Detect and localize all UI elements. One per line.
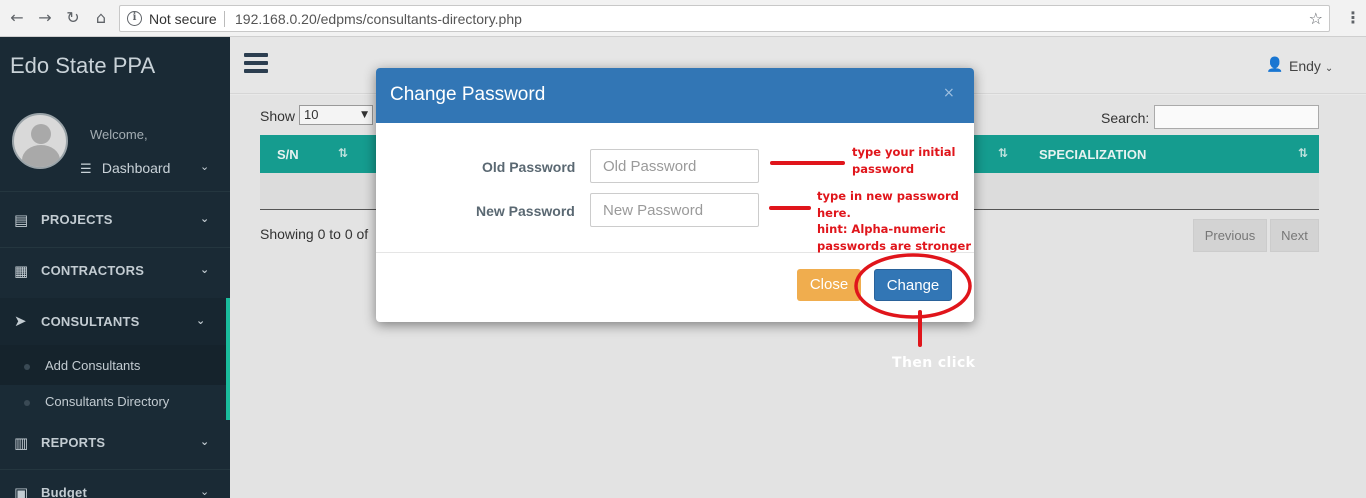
- annotation-line: type your initial: [852, 145, 956, 159]
- modal-title: Change Password: [390, 84, 546, 105]
- security-label: Not secure: [149, 11, 217, 27]
- browser-menu-icon[interactable]: ⋮: [1345, 8, 1361, 27]
- annotation-line: passwords are stronger: [817, 238, 971, 253]
- old-password-label: Old Password: [482, 159, 576, 175]
- annotation-old-password: type your initial password: [852, 144, 956, 177]
- annotation-line: here.: [817, 205, 851, 220]
- back-arrow-icon[interactable]: ←: [7, 8, 27, 28]
- new-password-label: New Password: [476, 203, 575, 219]
- close-icon[interactable]: ×: [943, 85, 955, 101]
- annotation-line: password: [852, 161, 915, 176]
- annotation-line: hint: Alpha-numeric: [817, 222, 946, 236]
- annotation-line: type in new password: [817, 189, 959, 203]
- home-icon[interactable]: ⌂: [91, 8, 111, 28]
- url-text[interactable]: 192.168.0.20/edpms/consultants-directory…: [235, 11, 522, 27]
- modal-header: Change Password ×: [376, 68, 974, 123]
- reload-icon[interactable]: ↻: [63, 8, 83, 28]
- close-button[interactable]: Close: [797, 269, 861, 301]
- old-password-field[interactable]: [590, 149, 759, 183]
- annotation-new-password: type in new password here. hint: Alpha-n…: [817, 188, 971, 254]
- forward-arrow-icon[interactable]: →: [35, 8, 55, 28]
- annotation-then-click: Then click: [892, 355, 976, 371]
- bookmark-star-icon[interactable]: ☆: [1309, 9, 1323, 28]
- new-password-field[interactable]: [590, 193, 759, 227]
- browser-toolbar: ← → ↻ ⌂ i Not secure 192.168.0.20/edpms/…: [0, 0, 1366, 37]
- change-button[interactable]: Change: [874, 269, 952, 301]
- address-divider: [224, 11, 225, 27]
- info-icon[interactable]: i: [127, 11, 142, 26]
- address-bar[interactable]: i Not secure 192.168.0.20/edpms/consulta…: [119, 5, 1330, 32]
